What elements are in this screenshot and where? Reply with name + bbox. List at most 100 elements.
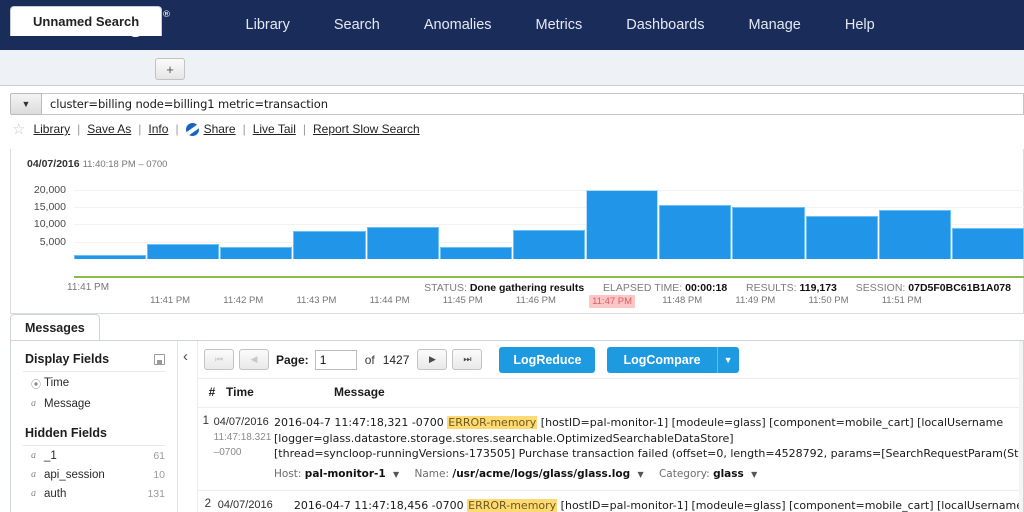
field-item-api-session[interactable]: a api_session 10 (11, 465, 177, 484)
histogram-bar[interactable] (439, 247, 512, 259)
last-page-button[interactable]: ⏭ (452, 349, 483, 370)
histogram-bar[interactable] (805, 215, 878, 259)
histogram-bar[interactable] (659, 205, 732, 259)
tab-unnamed-search[interactable]: Unnamed Search (10, 6, 163, 36)
text-type-icon: a (31, 488, 36, 499)
name-label: Name: (414, 467, 450, 480)
histogram-bar[interactable] (732, 206, 805, 259)
nav-item-library[interactable]: Library (224, 17, 312, 33)
link-info[interactable]: Info (148, 122, 168, 136)
histogram-plot[interactable]: 5,000 10,000 15,000 20,000 11:41 PM 11:42 PM 1… (34, 183, 1024, 308)
message-line-1: 2016-04-7 11:47:18,321 -0700 ERROR-memor… (274, 415, 1023, 431)
nav-item-anomalies[interactable]: Anomalies (402, 17, 514, 33)
link-report-slow-search[interactable]: Report Slow Search (313, 122, 420, 136)
field-item-_1[interactable]: a _1 61 (11, 446, 177, 465)
chevron-left-icon[interactable]: ‹ (183, 348, 188, 365)
table-row[interactable]: 2 04/07/2016 11:47:18.456 –0700 2016-04-… (198, 490, 1023, 512)
logcompare-button[interactable]: LogCompare (607, 346, 717, 373)
chevron-down-icon[interactable]: ▼ (751, 470, 757, 479)
favorite-star-icon[interactable]: ☆ (12, 120, 25, 138)
histogram-bar[interactable] (220, 246, 293, 259)
row-time-text: 11:47:18.321 –0700 (213, 432, 272, 458)
sidebar-collapse-strip[interactable]: ‹ (178, 341, 198, 512)
histogram-bar[interactable] (512, 229, 586, 259)
chevron-down-icon[interactable]: ▼ (716, 346, 739, 373)
histogram-bar[interactable] (951, 227, 1024, 259)
results-table-header: # Time Message (198, 379, 1023, 407)
message-suffix: [hostID=pal-monitor-1] [modeule=glass] [… (557, 499, 1023, 512)
tab-messages[interactable]: Messages (10, 314, 100, 340)
registered-trademark-icon: ® (161, 10, 171, 20)
nav-item-help[interactable]: Help (823, 17, 897, 33)
field-item-message[interactable]: a Message (11, 394, 177, 413)
chart-x-axis-label: 11:43 PM (296, 295, 337, 306)
separator: | (77, 122, 81, 136)
field-item-auth[interactable]: a auth 131 (11, 484, 177, 503)
field-count: 10 (153, 468, 165, 481)
row-message: 2016-04-7 11:47:18,456 -0700 ERROR-memor… (294, 498, 1023, 512)
display-fields-header: Display Fields (11, 341, 177, 371)
histogram-bar[interactable] (293, 231, 366, 259)
histogram-bar[interactable] (74, 254, 147, 259)
name-value[interactable]: /usr/acme/logs/glass/glass.log (452, 468, 630, 480)
text-type-icon: a (31, 450, 36, 461)
nav-item-dashboards[interactable]: Dashboards (604, 17, 726, 33)
chevron-down-icon[interactable]: ▼ (637, 470, 643, 479)
column-header-message: Message (334, 385, 385, 399)
link-library[interactable]: Library (33, 122, 70, 136)
table-row[interactable]: 1 04/07/2016 11:47:18.321 –0700 2016-04-… (198, 407, 1023, 482)
chart-x-axis-label: 11:46 PM (515, 295, 556, 306)
nav-item-metrics[interactable]: Metrics (514, 17, 605, 33)
first-page-button[interactable]: ⏮ (204, 349, 234, 370)
fields-sidebar: Display Fields ⦿ Time a Message Hidden F… (11, 341, 178, 512)
host-value[interactable]: pal-monitor-1 (305, 468, 386, 480)
add-tab-button[interactable]: + (155, 58, 185, 80)
category-label: Category: (658, 467, 710, 480)
separator: | (302, 122, 306, 136)
logcompare-button-group: LogCompare ▼ (607, 346, 739, 373)
chart-x-axis-label: 11:48 PM (662, 295, 703, 306)
field-count: 61 (153, 449, 165, 462)
results-value: 119,173 (799, 282, 837, 294)
search-query-input[interactable]: cluster=billing node=billing1 metric=tra… (42, 93, 1024, 115)
previous-page-button[interactable]: ◀ (239, 349, 269, 370)
message-line-3: [thread=syncloop-runningVersions-173505]… (274, 447, 1023, 460)
results-label: RESULTS: (746, 282, 797, 294)
chevron-down-icon[interactable]: ▼ (393, 470, 399, 479)
share-icon[interactable] (185, 122, 199, 136)
nav-item-manage[interactable]: Manage (726, 17, 822, 33)
next-page-button[interactable]: ▶ (417, 349, 448, 370)
logreduce-button[interactable]: LogReduce (499, 346, 596, 373)
message-line-1: 2016-04-7 11:47:18,456 -0700 ERROR-memor… (294, 498, 1023, 512)
field-item-time[interactable]: ⦿ Time (11, 372, 177, 394)
category-value[interactable]: glass (713, 468, 744, 480)
link-save-as[interactable]: Save As (87, 122, 131, 136)
chart-x-axis-label: 11:44 PM (369, 295, 410, 306)
hidden-fields-header: Hidden Fields (11, 413, 177, 445)
row-time: 04/07/2016 11:47:18.456 –0700 (218, 498, 294, 512)
link-share[interactable]: Share (204, 122, 236, 136)
clock-icon: ⦿ (31, 379, 41, 391)
chart-x-axis-label: 11:49 PM (735, 295, 776, 306)
page-number-input[interactable] (314, 349, 357, 370)
histogram-bar[interactable] (147, 244, 220, 259)
query-history-dropdown-icon[interactable]: ▼ (10, 93, 42, 115)
search-status-line: STATUS: Done gathering results ELAPSED T… (424, 282, 1011, 294)
chart-gridline (74, 189, 1024, 191)
nav-item-search[interactable]: Search (312, 17, 402, 33)
histogram-bar[interactable] (366, 227, 439, 259)
save-fields-icon[interactable] (154, 353, 165, 365)
error-highlight: ERROR-memory (467, 499, 558, 512)
histogram-panel: 04/07/2016 11:40:18 PM – 0700 5,000 10,000… (10, 149, 1024, 314)
histogram-bar[interactable] (586, 189, 659, 259)
column-header-time: Time (226, 385, 254, 399)
link-live-tail[interactable]: Live Tail (253, 122, 296, 136)
vertical-scrollbar[interactable] (1019, 341, 1023, 512)
host-label: Host: (274, 467, 302, 480)
results-area: ⏮ ◀ Page: of 1427 ▶ ⏭ LogReduce LogCompa… (198, 341, 1023, 512)
histogram-bar[interactable] (878, 209, 951, 259)
message-line-2: [logger=glass.datastore.storage.stores.s… (274, 431, 734, 445)
text-type-icon: a (31, 398, 36, 409)
row-number: 2 (204, 498, 212, 510)
time-axis-line (74, 276, 1024, 278)
